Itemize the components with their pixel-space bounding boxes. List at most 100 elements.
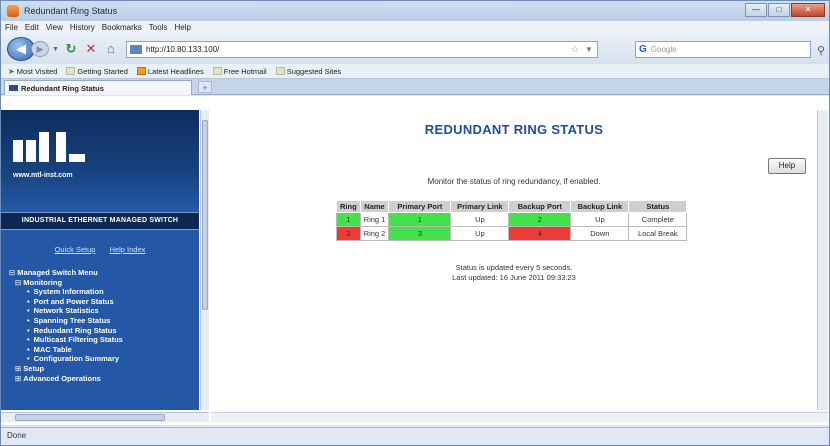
menu-help[interactable]: Help [174,23,190,32]
sidebar-item-system-information[interactable]: System Information [9,287,195,297]
maximize-button[interactable]: □ [768,3,790,17]
tab-favicon-icon [9,85,18,91]
menu-bookmarks[interactable]: Bookmarks [102,23,142,32]
home-icon[interactable]: ⌂ [102,40,120,58]
sidebar-links: Quick Setup Help Index [1,245,199,254]
ring-name-cell: Ring 2 [359,226,390,241]
search-placeholder: Google [650,45,677,54]
page-icon [66,67,76,75]
tab-strip: Redundant Ring Status + [1,79,829,95]
most-visited-icon: ➤ [8,67,15,76]
logo-url: www.mtl-inst.com [13,172,73,179]
search-input[interactable]: G Google [635,41,811,58]
address-bar[interactable]: http://10.80.133.100/ ☆ ▼ [125,40,598,58]
col-backup-link: Backup Link [570,200,630,213]
menu-file[interactable]: File [5,23,18,32]
intro-text: Monitor the status of ring redundancy, i… [427,177,601,186]
bookmark-label: Getting Started [77,66,128,76]
browser-window: Redundant Ring Status — □ ✕ File Edit Vi… [0,0,830,446]
sidebar-item-monitoring[interactable]: Monitoring [9,278,195,288]
forward-button[interactable]: ▶ [31,41,49,57]
url-text: http://10.80.133.100/ [145,44,220,54]
main-horizontal-scrollbar[interactable] [211,412,828,422]
status-cell: Complete [628,212,688,227]
sidebar-item-setup[interactable]: Setup [9,364,195,374]
google-icon: G [639,44,647,55]
stop-icon[interactable]: ✕ [82,40,100,58]
menu-bar: File Edit View History Bookmarks Tools H… [1,21,829,34]
minimize-button[interactable]: — [745,3,767,17]
window-controls: — □ ✕ [745,3,825,17]
search-icon[interactable]: ⚲ [817,44,825,57]
menu-tools[interactable]: Tools [149,23,168,32]
page-title: REDUNDANT RING STATUS [424,122,604,137]
primary-link-cell: Up [450,226,510,241]
sidebar-item-configuration-summary[interactable]: Configuration Summary [9,354,195,364]
history-dropdown-icon[interactable]: ▼ [52,46,59,53]
col-ring: Ring [336,200,361,213]
bookmark-suggested-sites[interactable]: Suggested Sites [273,67,345,76]
bookmark-label: Free Hotmail [223,66,267,76]
bookmark-label: Latest Headlines [147,66,204,76]
help-button[interactable]: Help [768,158,806,174]
table-row: 2 Ring 2 3 Up 4 Down Local Break [336,226,688,241]
sidebar-item-multicast-filtering-status[interactable]: Multicast Filtering Status [9,335,195,345]
backup-link-cell: Up [570,212,630,227]
col-primary-link: Primary Link [450,200,510,213]
main-scrollbar[interactable] [817,110,828,410]
tab-label: Redundant Ring Status [21,83,104,93]
bookmark-latest-headlines[interactable]: Latest Headlines [134,67,207,76]
ring-status-table: Ring Name Primary Port Primary Link Back… [336,200,688,241]
update-interval-text: Status is updated every 5 seconds. [455,263,573,272]
bookmark-star-icon[interactable]: ☆ [571,44,579,55]
ring-number-cell: 1 [336,212,361,227]
col-primary-port: Primary Port [388,200,452,213]
new-tab-button[interactable]: + [198,81,212,93]
title-bar: Redundant Ring Status — □ ✕ [1,1,829,21]
sidebar-item-managed-switch-menu[interactable]: Managed Switch Menu [9,268,195,278]
table-row: 1 Ring 1 1 Up 2 Up Complete [336,212,688,227]
sidebar-scrollbar[interactable] [200,110,209,410]
col-name: Name [359,200,390,213]
quick-setup-link[interactable]: Quick Setup [55,245,96,254]
close-button[interactable]: ✕ [791,3,825,17]
backup-link-cell: Down [570,226,630,241]
page-icon [275,67,285,75]
help-index-link[interactable]: Help Index [110,245,146,254]
nav-tree: Managed Switch MenuMonitoringSystem Info… [9,268,195,383]
reload-icon[interactable]: ↻ [62,40,80,58]
bookmark-label: Most Visited [16,66,58,76]
sidebar-item-port-and-power-status[interactable]: Port and Power Status [9,297,195,307]
tab-redundant-ring-status[interactable]: Redundant Ring Status [4,80,192,95]
bookmark-most-visited[interactable]: ➤ Most Visited [5,66,60,77]
sidebar-item-spanning-tree-status[interactable]: Spanning Tree Status [9,316,195,326]
sidebar-item-mac-table[interactable]: MAC Table [9,345,195,355]
menu-edit[interactable]: Edit [25,23,39,32]
window-title: Redundant Ring Status [24,6,118,16]
bookmark-free-hotmail[interactable]: Free Hotmail [210,67,270,76]
table-header-row: Ring Name Primary Port Primary Link Back… [336,200,688,213]
firefox-icon [7,5,19,17]
col-status: Status [628,200,688,213]
backup-port-cell: 4 [508,226,572,241]
update-note: Status is updated every 5 seconds. Last … [211,263,817,283]
sidebar-scroll-thumb[interactable] [202,120,208,310]
page-icon [212,67,222,75]
menu-view[interactable]: View [46,23,63,32]
navigation-bar: ◀ ▶ ▼ ↻ ✕ ⌂ http://10.80.133.100/ ☆ ▼ G … [1,34,829,64]
sidebar-item-network-statistics[interactable]: Network Statistics [9,306,195,316]
sidebar-item-redundant-ring-status[interactable]: Redundant Ring Status [9,326,195,336]
menu-history[interactable]: History [70,23,95,32]
bookmarks-toolbar: ➤ Most Visited Getting Started Latest He… [1,64,829,79]
url-dropdown-icon[interactable]: ▼ [585,45,593,54]
status-cell: Local Break [628,226,688,241]
backup-port-cell: 2 [508,212,572,227]
sidebar-header: www.mtl-inst.com [1,110,199,210]
sidebar-item-advanced-operations[interactable]: Advanced Operations [9,374,195,384]
sidebar-horizontal-scrollbar[interactable] [1,412,209,422]
bookmark-getting-started[interactable]: Getting Started [63,67,130,76]
primary-port-cell: 3 [388,226,452,241]
primary-link-cell: Up [450,212,510,227]
ring-number-cell: 2 [336,226,361,241]
sidebar-hscroll-thumb[interactable] [15,414,165,421]
